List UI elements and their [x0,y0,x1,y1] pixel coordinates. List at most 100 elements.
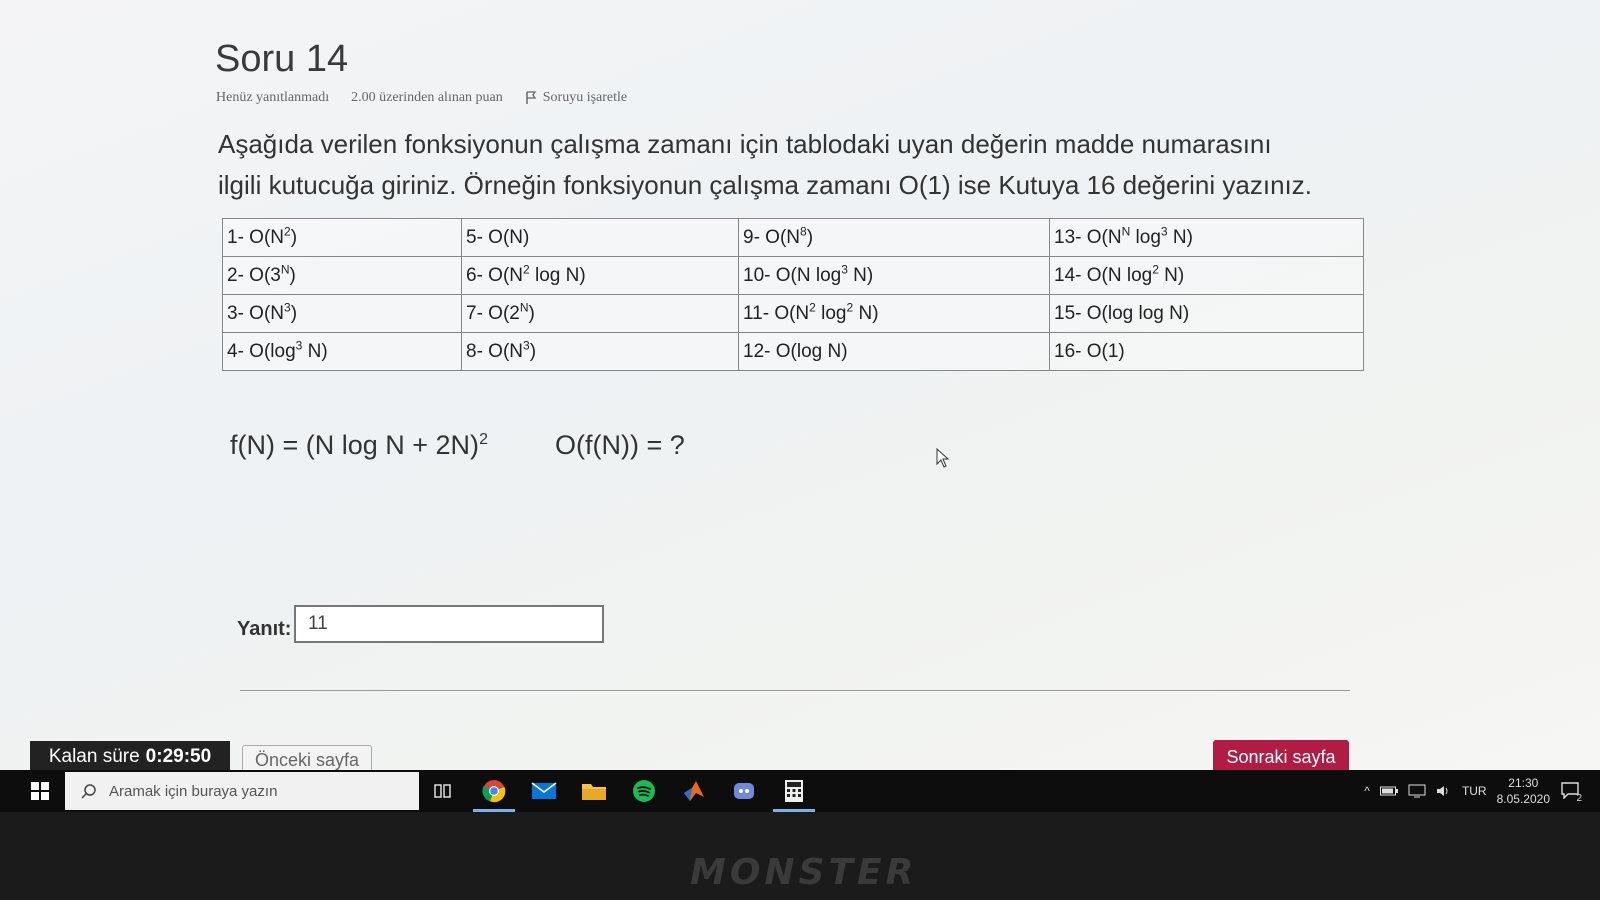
option-cell: 15- O(log log N) [1049,294,1364,333]
options-table: 1- O(N2) 5- O(N) 9- O(N8) 13- O(NN log3 N) 2… [222,218,1364,371]
option-superscript: 2 [523,262,530,277]
clock-date: 8.05.2020 [1496,792,1550,806]
option-superscript: 3 [841,262,848,277]
previous-page-button[interactable]: Önceki sayfa [242,745,372,770]
option-text: N) [1167,226,1193,248]
option-text: 1- O(N [227,226,284,248]
option-text: N) [853,302,879,324]
answer-input[interactable] [294,605,604,643]
option-text: 16- O(1) [1054,340,1125,362]
option-superscript: 2 [284,224,291,239]
option-text: N) [302,340,328,362]
volume-icon[interactable] [1436,784,1452,798]
taskbar-search-box[interactable]: Aramak için buraya yazın [65,772,419,810]
question-text-line1: Aşağıda verilen fonksiyonun çalışma zama… [218,129,1272,159]
language-indicator[interactable]: TUR [1462,784,1487,798]
discord-icon[interactable] [719,770,769,812]
option-text: 15- O(log log N) [1054,302,1190,324]
spotify-icon[interactable] [619,770,669,812]
option-text: 11- O(N [743,302,810,324]
option-text: 10- O(N log [743,264,842,286]
formula-lhs: f(N) = (N log N + 2N) [230,430,480,460]
question-text-line2: ilgili kutucuğa giriniz. Örneğin fonksiy… [218,170,1312,200]
option-text: 7- O(2 [466,302,520,324]
option-cell: 14- O(N log2 N) [1049,256,1364,295]
options-table-row: 1- O(N2) 5- O(N) 9- O(N8) 13- O(NN log3 N) [222,218,1364,257]
option-text: 8- O(N [466,340,523,362]
option-cell: 12- O(log N) [738,332,1050,371]
option-superscript: N [1121,224,1131,239]
option-superscript: 3 [1160,224,1168,239]
divider [240,690,1350,691]
option-superscript: N [280,262,290,277]
flag-question-link[interactable]: Soruyu işaretle [525,90,627,106]
calculator-icon[interactable] [769,770,819,812]
clock-time: 21:30 [1508,776,1539,790]
option-text: ) [290,302,298,324]
notification-icon[interactable]: 2 [1560,781,1582,804]
options-table-row: 4- O(log3 N) 8- O(N3) 12- O(log N) 16- O(1) [222,332,1364,371]
mail-icon[interactable] [519,770,569,812]
options-table-row: 3- O(N3) 7- O(2N) 11- O(N2 log2 N) 15- O(lo… [222,294,1364,333]
option-text: N) [1158,264,1185,286]
option-text: ) [806,226,814,248]
chrome-icon[interactable] [469,770,519,812]
search-icon [81,784,96,799]
start-button[interactable] [20,770,60,812]
question-meta: Henüz yanıtlanmadı 2.00 üzerinden alınan… [216,90,627,106]
option-text: log N) [529,264,586,286]
big-o-question: O(f(N)) = ? [555,430,685,460]
battery-icon[interactable] [1379,786,1398,796]
option-superscript: 3 [523,338,530,353]
option-cell: 2- O(3N) [222,256,462,295]
question-text: Aşağıda verilen fonksiyonun çalışma zama… [218,124,1398,206]
option-cell: 9- O(N8) [738,218,1050,257]
formula-exponent: 2 [479,431,488,448]
system-tray: ^ TUR 21:30 8.05.2020 2 [1364,775,1600,807]
option-cell: 4- O(log3 N) [222,332,462,371]
option-text: 6- O(N [466,264,523,286]
option-cell: 7- O(2N) [461,294,739,333]
option-text: 2- O(3 [227,264,281,286]
option-superscript: 3 [284,300,291,315]
question-points: 2.00 üzerinden alınan puan [351,90,503,105]
mouse-cursor-icon [936,447,950,473]
option-superscript: 2 [1152,262,1159,277]
windows-taskbar: Aramak için buraya yazın ^ TUR 21:30 8.0… [0,770,1600,812]
option-superscript: N [519,300,529,315]
laptop-brand-logo: MONSTER [690,852,917,893]
task-view-icon[interactable] [419,770,469,812]
flag-icon [526,91,536,104]
option-text: ) [529,340,537,362]
flag-question-label[interactable]: Soruyu işaretle [543,90,627,106]
option-text: ) [528,302,535,324]
next-page-button[interactable]: Sonraki sayfa [1213,740,1349,770]
option-cell: 11- O(N2 log2 N) [738,294,1050,333]
brand-text: MONSTER [690,852,918,893]
chevron-up-icon[interactable]: ^ [1364,784,1370,798]
option-cell: 13- O(NN log3 N) [1049,218,1364,257]
notification-count: 2 [1576,792,1582,804]
option-text: ) [289,264,296,286]
option-cell: 5- O(N) [461,218,739,257]
network-icon[interactable] [1408,784,1426,798]
clock[interactable]: 21:30 8.05.2020 [1497,775,1550,807]
option-text: 4- O(log [227,340,296,362]
option-cell: 6- O(N2 log N) [461,256,739,295]
question-title: Soru 14 [215,38,349,80]
answer-label: Yanıt: [237,618,292,640]
option-text: 5- O(N) [466,226,530,248]
timer-value: 0:29:50 [145,746,212,767]
option-superscript: 2 [809,300,816,315]
option-cell: 10- O(N log3 N) [738,256,1050,295]
option-text: log [1130,226,1161,248]
file-explorer-icon[interactable] [569,770,619,812]
option-text: log [815,302,847,324]
option-text: 3- O(N [227,302,284,324]
option-text: 12- O(log N) [743,340,848,362]
timer-label: Kalan süre [48,746,140,767]
option-text: 13- O(N [1054,226,1122,248]
remaining-time-badge: Kalan süre 0:29:50 [30,741,230,770]
matlab-icon[interactable] [669,770,719,812]
function-formula: f(N) = (N log N + 2N)2 [230,430,488,461]
